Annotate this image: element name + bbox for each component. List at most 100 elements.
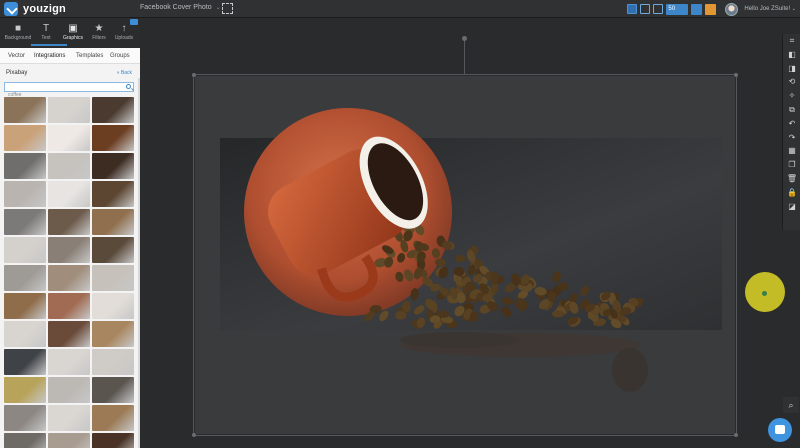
app: youzign Facebook Cover Photo ⌄ 50 Hello … [0, 0, 800, 448]
back-link[interactable]: « Back [117, 70, 132, 76]
layers-icon[interactable]: ◪ [783, 200, 800, 214]
image-thumbnail[interactable] [48, 265, 90, 291]
tool-label: Background [4, 35, 32, 41]
image-thumbnail[interactable] [92, 265, 134, 291]
image-thumbnail[interactable] [92, 377, 134, 403]
duplicate-icon[interactable]: ⧉ [783, 103, 800, 117]
redo-icon[interactable]: ↷ [783, 131, 800, 145]
collapse-panel-icon[interactable] [130, 19, 138, 25]
image-thumbnail[interactable] [48, 125, 90, 151]
image-thumbnail[interactable] [92, 125, 134, 151]
logo-icon [4, 2, 18, 16]
image-thumbnail[interactable] [48, 321, 90, 347]
tool-graphics[interactable]: ▣ Graphics [59, 22, 87, 46]
tool-text[interactable]: T Text [32, 22, 60, 46]
tab-templates[interactable]: Templates [76, 53, 103, 59]
image-thumbnail[interactable] [48, 349, 90, 375]
image-thumbnail[interactable] [92, 97, 134, 123]
filters-icon: ★ [94, 23, 104, 34]
tablet-view-icon[interactable] [640, 4, 651, 14]
graphics-icon: ▣ [68, 23, 78, 34]
image-thumbnail[interactable] [92, 349, 134, 375]
image-thumbnail[interactable] [48, 293, 90, 319]
image-thumbnail[interactable] [92, 153, 134, 179]
avatar[interactable] [725, 2, 739, 16]
zoom-select[interactable]: 50 [666, 3, 689, 15]
tool-background[interactable]: ■ Background [4, 22, 32, 46]
document-title: Facebook Cover Photo [140, 4, 212, 11]
image-thumbnail[interactable] [92, 209, 134, 235]
image-thumbnail[interactable] [4, 265, 46, 291]
text-icon: T [42, 23, 50, 34]
desktop-view-icon[interactable] [627, 4, 638, 14]
tool-label: Uploads [114, 35, 134, 41]
image-thumbnail[interactable] [4, 349, 46, 375]
tab-groups[interactable]: Groups [110, 53, 130, 59]
undo-icon[interactable]: ↶ [783, 117, 800, 131]
tool-label: Filters [92, 35, 106, 41]
image-thumbnail[interactable] [92, 433, 134, 448]
user-menu[interactable]: Hello Joe ZSuite! ⌄ [744, 6, 796, 12]
eraser-icon[interactable]: ◧ [783, 48, 800, 62]
active-tab-indicator [31, 44, 67, 46]
search-icon[interactable] [126, 84, 131, 89]
image-thumbnail[interactable] [4, 237, 46, 263]
tool-uploads[interactable]: ↑ Uploads [110, 22, 138, 46]
top-right-controls: 50 Hello Joe ZSuite! ⌄ [627, 2, 796, 16]
user-greeting: Hello Joe ZSuite! [744, 6, 791, 12]
image-thumbnail[interactable] [48, 433, 90, 448]
image-thumbnail[interactable] [4, 209, 46, 235]
zoom-icon[interactable]: ⌕ [783, 397, 799, 413]
image-thumbnail[interactable] [48, 97, 90, 123]
image-thumbnail[interactable] [92, 237, 134, 263]
top-bar: youzign Facebook Cover Photo ⌄ 50 Hello … [0, 0, 800, 18]
cursor-highlight [745, 272, 785, 312]
tool-filters[interactable]: ★ Filters [85, 22, 113, 46]
image-thumbnail[interactable] [48, 377, 90, 403]
image-thumbnail[interactable] [92, 405, 134, 431]
tool-label: Graphics [62, 35, 83, 41]
image-thumbnail[interactable] [4, 377, 46, 403]
trash-icon[interactable]: 🗑 [783, 172, 800, 186]
logo-text: youzign [23, 3, 66, 15]
image-thumbnail[interactable] [92, 293, 134, 319]
grid-icon[interactable]: ▦ [783, 144, 800, 158]
download-button[interactable] [705, 3, 717, 15]
rotate-handle[interactable] [462, 36, 467, 41]
crop-icon[interactable]: ⌗ [783, 34, 800, 48]
image-thumbnail[interactable] [4, 153, 46, 179]
panel-tabs: Vector Integrations Templates Groups [0, 48, 140, 64]
chat-icon[interactable] [768, 418, 792, 442]
image-thumbnail[interactable] [4, 321, 46, 347]
tab-integrations[interactable]: Integrations [34, 53, 65, 59]
magic-icon[interactable]: ✧ [783, 89, 800, 103]
image-thumbnail[interactable] [92, 321, 134, 347]
background-icon: ■ [14, 23, 22, 34]
document-title-dropdown[interactable]: Facebook Cover Photo ⌄ [140, 4, 221, 11]
image-thumbnail[interactable] [92, 181, 134, 207]
thumbnail-grid [4, 97, 134, 448]
design-page[interactable] [195, 76, 735, 434]
image-thumbnail[interactable] [4, 97, 46, 123]
right-toolbar: ⌗ ◧ ◨ ⟲ ✧ ⧉ ↶ ↷ ▦ ❐ 🗑 🔒 ◪ [782, 34, 800, 230]
image-thumbnail[interactable] [4, 433, 46, 448]
flip-icon[interactable]: ◨ [783, 62, 800, 76]
image-thumbnail[interactable] [48, 181, 90, 207]
image-thumbnail[interactable] [4, 405, 46, 431]
image-thumbnail[interactable] [48, 237, 90, 263]
resize-icon[interactable] [222, 3, 233, 14]
preview-button[interactable] [691, 3, 703, 15]
copy-icon[interactable]: ❐ [783, 158, 800, 172]
image-thumbnail[interactable] [4, 125, 46, 151]
image-thumbnail[interactable] [48, 405, 90, 431]
image-thumbnail[interactable] [4, 181, 46, 207]
mobile-view-icon[interactable] [653, 4, 664, 14]
image-thumbnail[interactable] [4, 293, 46, 319]
lock-icon[interactable]: 🔒 [783, 186, 800, 200]
panel-heading: Pixabay [6, 70, 28, 76]
image-thumbnail[interactable] [48, 209, 90, 235]
image-thumbnail[interactable] [48, 153, 90, 179]
rotate-icon[interactable]: ⟲ [783, 75, 800, 89]
logo[interactable]: youzign [4, 2, 66, 16]
tab-vector[interactable]: Vector [8, 53, 25, 59]
